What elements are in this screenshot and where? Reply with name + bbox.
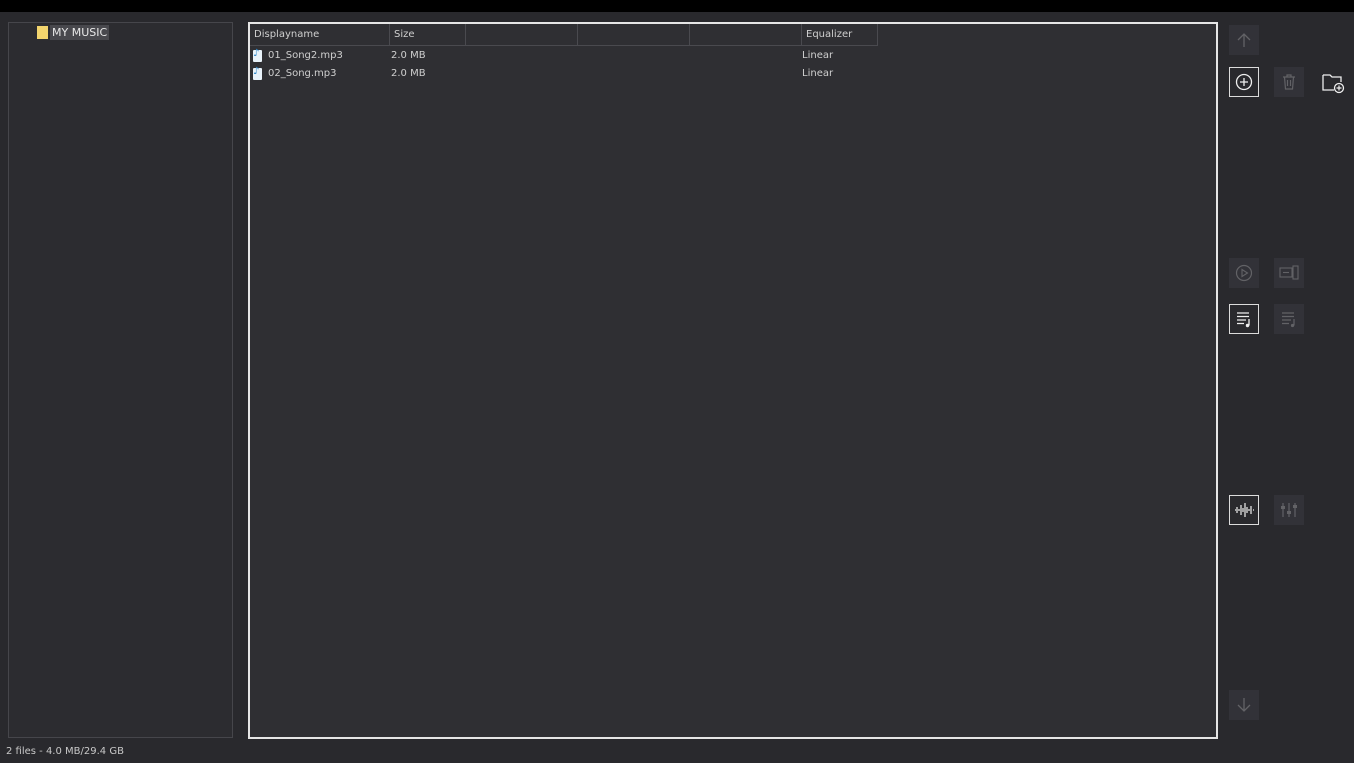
- folder-icon: [37, 26, 48, 39]
- row-equalizer: Linear: [802, 68, 834, 79]
- row-displayname: 02_Song.mp3: [268, 68, 337, 79]
- playlist-button[interactable]: [1229, 304, 1259, 334]
- playlist-edit-button[interactable]: [1274, 304, 1304, 334]
- device-transfer-icon: [1279, 265, 1299, 280]
- row-size: 2.0 MB: [391, 50, 426, 61]
- transfer-button[interactable]: [1274, 258, 1304, 288]
- column-header-equalizer[interactable]: Equalizer: [802, 24, 878, 46]
- arrow-down-icon: [1237, 698, 1251, 712]
- move-down-button[interactable]: [1229, 690, 1259, 720]
- playlist-edit-icon: [1282, 312, 1295, 328]
- folder-tree-panel[interactable]: MY MUSIC: [8, 22, 233, 738]
- column-header-empty-2[interactable]: [578, 24, 690, 46]
- tree-item-label: MY MUSIC: [50, 25, 110, 40]
- tree-item-my-music[interactable]: MY MUSIC: [37, 25, 110, 40]
- window-top-strip: [0, 0, 1354, 12]
- column-header-displayname[interactable]: Displayname: [250, 24, 390, 46]
- audio-file-icon: [253, 47, 262, 62]
- row-displayname: 01_Song2.mp3: [268, 50, 343, 61]
- table-row[interactable]: 01_Song2.mp3 2.0 MB Linear: [250, 47, 1216, 64]
- plus-circle-icon: [1235, 73, 1253, 91]
- column-header-size[interactable]: Size: [390, 24, 466, 46]
- play-circle-icon: [1235, 264, 1253, 282]
- playlist-icon: [1237, 312, 1250, 328]
- equalizer-sliders-icon: [1281, 503, 1297, 517]
- equalizer-button[interactable]: [1274, 495, 1304, 525]
- arrow-up-icon: [1237, 33, 1251, 47]
- row-equalizer: Linear: [802, 50, 834, 61]
- trash-icon: [1283, 74, 1295, 90]
- audio-file-icon: [253, 65, 262, 80]
- status-bar-text: 2 files - 4.0 MB/29.4 GB: [6, 746, 124, 757]
- play-button[interactable]: [1229, 258, 1259, 288]
- new-folder-button[interactable]: [1318, 67, 1348, 97]
- add-file-button[interactable]: [1229, 67, 1259, 97]
- file-list-panel[interactable]: Displayname Size Equalizer 01_Song2.mp3 …: [248, 22, 1218, 739]
- column-header-empty-1[interactable]: [466, 24, 578, 46]
- move-up-button[interactable]: [1229, 25, 1259, 55]
- folder-plus-icon: [1322, 74, 1345, 94]
- row-size: 2.0 MB: [391, 68, 426, 79]
- delete-button[interactable]: [1274, 67, 1304, 97]
- table-row[interactable]: 02_Song.mp3 2.0 MB Linear: [250, 65, 1216, 82]
- waveform-icon: [1235, 503, 1254, 517]
- waveform-button[interactable]: [1229, 495, 1259, 525]
- list-header: Displayname Size Equalizer: [250, 24, 1216, 46]
- column-header-empty-3[interactable]: [690, 24, 802, 46]
